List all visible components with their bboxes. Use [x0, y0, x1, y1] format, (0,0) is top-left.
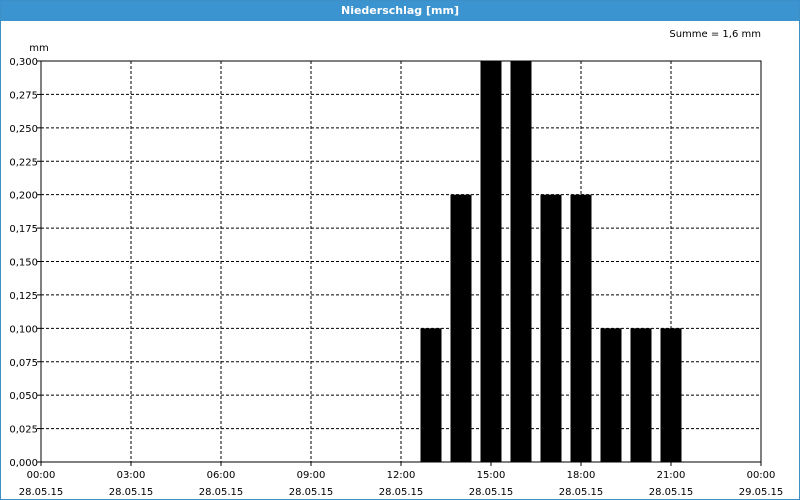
- x-tick-date: 28.05.15: [199, 487, 244, 498]
- x-tick-time: 03:00: [117, 470, 146, 481]
- precipitation-bar: [630, 328, 652, 462]
- y-tick-label: 0,275: [9, 90, 38, 101]
- y-tick-label: 0,100: [9, 324, 38, 335]
- x-tick-date: 28.05.15: [559, 487, 604, 498]
- y-unit-label: mm: [29, 43, 48, 54]
- precipitation-bar: [600, 328, 622, 462]
- sum-label: Summe = 1,6 mm: [669, 29, 761, 40]
- x-tick-time: 09:00: [297, 470, 326, 481]
- x-tick-date: 28.05.15: [379, 487, 424, 498]
- y-tick-label: 0,025: [9, 425, 38, 436]
- x-tick-time: 00:00: [27, 470, 56, 481]
- precipitation-bar: [540, 194, 562, 462]
- x-tick-time: 00:00: [747, 470, 776, 481]
- x-tick-time: 18:00: [567, 470, 596, 481]
- x-tick-date: 28.05.15: [289, 487, 334, 498]
- y-tick-label: 0,150: [9, 258, 38, 269]
- x-tick-date: 29.05.15: [739, 487, 784, 498]
- chart-window: Niederschlag [mm] 0,000 0,025 0,050 0,075 0,…: [0, 0, 800, 500]
- window-title: Niederschlag [mm]: [1, 1, 799, 21]
- precipitation-bar: [660, 328, 682, 462]
- x-tick-date: 28.05.15: [469, 487, 514, 498]
- y-tick-label: 0,000: [9, 458, 38, 469]
- y-tick-label: 0,250: [9, 124, 38, 135]
- x-tick-time: 06:00: [207, 470, 236, 481]
- y-tick-label: 0,300: [9, 57, 38, 68]
- y-tick-label: 0,075: [9, 358, 38, 369]
- x-tick-time: 21:00: [657, 470, 686, 481]
- x-tick-date: 28.05.15: [109, 487, 154, 498]
- x-tick-date: 28.05.15: [649, 487, 694, 498]
- grid-layer: [41, 60, 761, 462]
- precipitation-bar: [420, 328, 442, 462]
- precipitation-bar: [480, 61, 502, 462]
- precipitation-chart: 0,000 0,025 0,050 0,075 0,100 0,125 0,150 0,175…: [9, 29, 784, 498]
- x-tick-time: 12:00: [387, 470, 416, 481]
- y-tick-label: 0,200: [9, 191, 38, 202]
- y-tick-label: 0,175: [9, 224, 38, 235]
- y-tick-label: 0,125: [9, 291, 38, 302]
- precipitation-bar: [510, 61, 532, 462]
- precipitation-bar: [570, 194, 592, 462]
- precipitation-bar: [450, 194, 472, 462]
- y-tick-label: 0,050: [9, 391, 38, 402]
- x-tick-date: 28.05.15: [19, 487, 64, 498]
- x-tick-time: 15:00: [477, 470, 506, 481]
- y-tick-label: 0,225: [9, 157, 38, 168]
